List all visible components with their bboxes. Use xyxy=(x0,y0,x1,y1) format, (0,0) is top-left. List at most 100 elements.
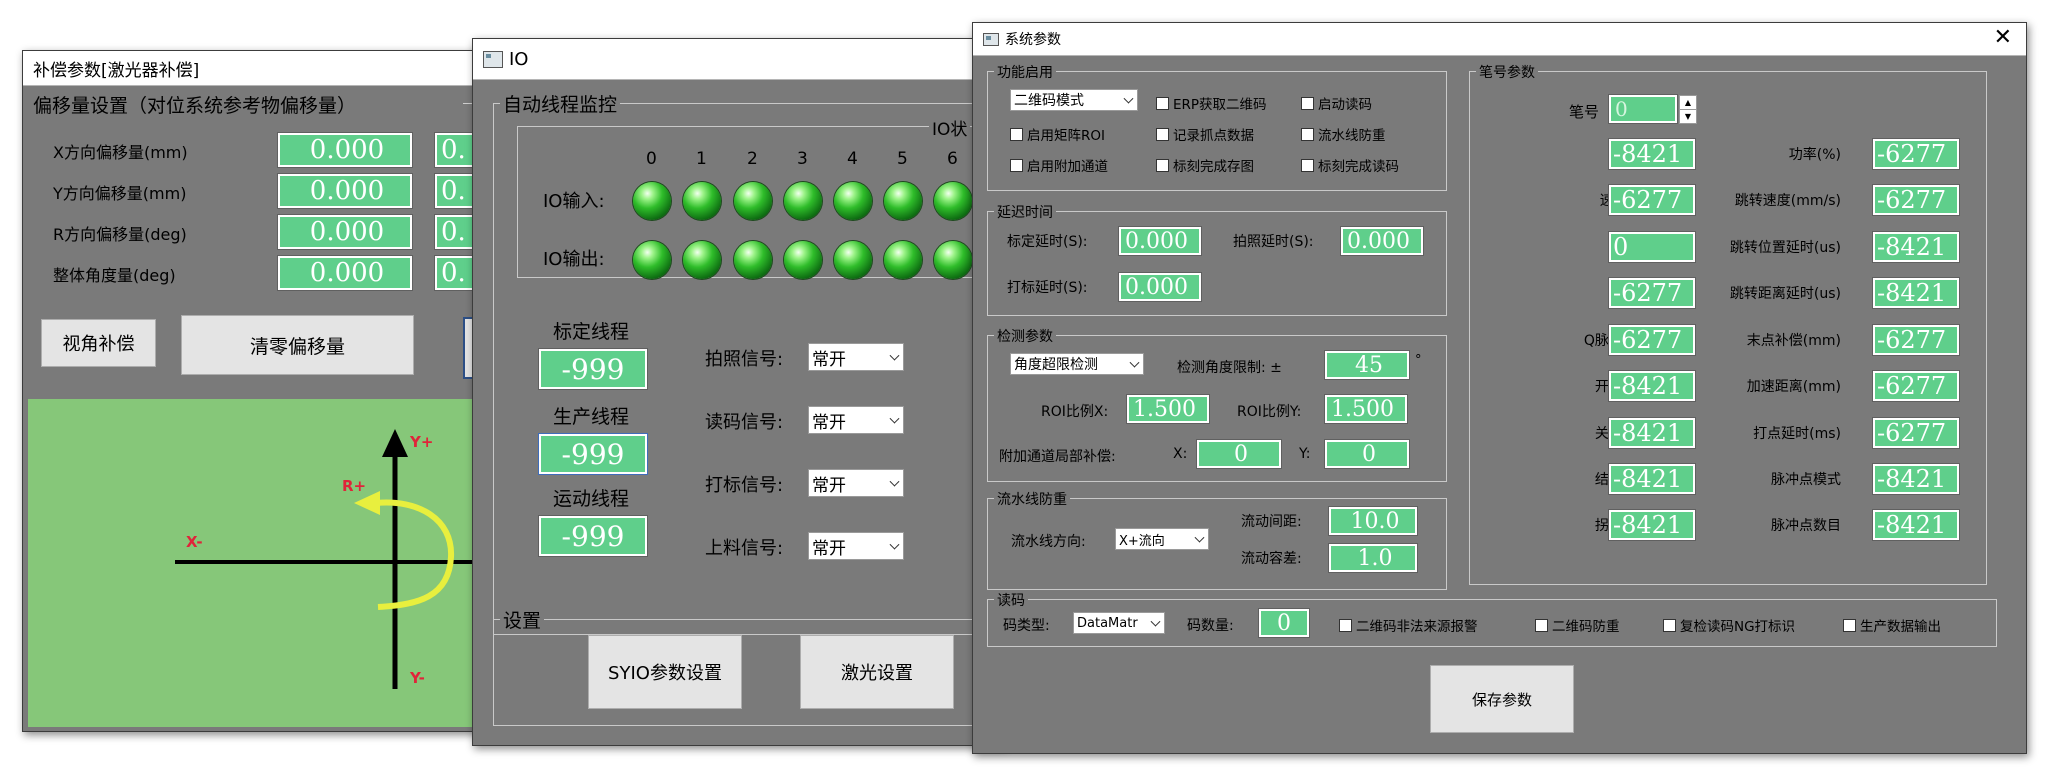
pen-row-field[interactable]: -6277 xyxy=(1608,324,1696,356)
code-type-value: DataMatr xyxy=(1077,615,1138,631)
pen-row-field[interactable]: -8421 xyxy=(1608,463,1696,495)
motion-thread-field: -999 xyxy=(538,515,648,557)
calib-delay-field[interactable]: 0.000 xyxy=(1118,226,1202,256)
pen-row-field-2[interactable]: -8421 xyxy=(1872,509,1960,541)
mark-signal-value: 常开 xyxy=(812,475,846,496)
flow-tol-label: 流动容差: xyxy=(1241,551,1302,567)
checkbox-box xyxy=(1301,96,1314,110)
y-offset-label: Y方向偏移量(mm) xyxy=(53,184,187,203)
pen-row-field-2[interactable]: -6277 xyxy=(1872,370,1960,402)
pen-row-field-2[interactable]: -8421 xyxy=(1872,463,1960,495)
mark-done-save-label: 标刻完成存图 xyxy=(1173,159,1254,175)
io-input-led-3 xyxy=(784,182,822,220)
close-icon[interactable]: ✕ xyxy=(1994,25,2012,50)
flow-gap-field[interactable]: 10.0 xyxy=(1328,506,1418,536)
pen-row-field[interactable]: -8421 xyxy=(1608,417,1696,449)
extra-channel-checkbox[interactable]: 启用附加通道 xyxy=(1010,155,1108,175)
code-count-field[interactable]: 0 xyxy=(1258,608,1310,638)
angle-offset-field[interactable]: 0.000 xyxy=(277,255,413,291)
compensation-title: 补偿参数[激光器补偿] xyxy=(33,60,200,81)
pen-row-label-2: 跳转速度(mm/s) xyxy=(1734,193,1841,209)
line-anti-dup-label: 流水线防重 xyxy=(1318,128,1386,144)
io-index-5: 5 xyxy=(897,149,908,169)
line-anti-dup-checkbox[interactable]: 流水线防重 xyxy=(1301,124,1386,144)
mark-signal-select[interactable]: 常开 xyxy=(808,469,904,497)
read-code-legend: 读码 xyxy=(994,590,1028,610)
pen-row-field[interactable]: -6277 xyxy=(1608,184,1696,216)
pen-row-field[interactable]: 0 xyxy=(1608,231,1696,263)
roi-x-field[interactable]: 1.500 xyxy=(1126,394,1210,424)
chevron-down-icon[interactable]: ▼ xyxy=(1679,109,1697,124)
pen-number-spinbox[interactable]: 0 ▲ ▼ xyxy=(1608,94,1697,124)
code-mode-select[interactable]: 二维码模式 xyxy=(1010,89,1138,111)
pen-row-field-2[interactable]: -6277 xyxy=(1872,417,1960,449)
laser-settings-button[interactable]: 激光设置 xyxy=(800,635,954,709)
io-index-6: 6 xyxy=(947,149,958,169)
pen-row-field-2[interactable]: -6277 xyxy=(1872,138,1960,170)
angle-limit-field[interactable]: 45 xyxy=(1324,350,1410,380)
roi-y-field[interactable]: 1.500 xyxy=(1324,394,1408,424)
code-anti-dup-checkbox[interactable]: 二维码防重 xyxy=(1535,615,1620,635)
calib-delay-label: 标定延时(S): xyxy=(1007,234,1088,250)
chevron-down-icon xyxy=(889,413,900,424)
prod-thread-field: -999 xyxy=(538,433,648,475)
checkbox-box xyxy=(1156,96,1169,110)
io-window: IO 自动线程监控 IO状 0 1 2 3 4 5 6 IO输入: IO输出: … xyxy=(472,38,1004,746)
matrix-roi-label: 启用矩阵ROI xyxy=(1027,128,1105,144)
line-direction-select[interactable]: X+流向 xyxy=(1115,528,1209,550)
pen-row-field[interactable]: -8421 xyxy=(1608,138,1696,170)
read-signal-select[interactable]: 常开 xyxy=(808,406,904,434)
checkbox-box xyxy=(1156,158,1169,172)
pen-row-field[interactable]: -8421 xyxy=(1608,370,1696,402)
pen-row-field-2[interactable]: -6277 xyxy=(1872,324,1960,356)
mark-done-save-checkbox[interactable]: 标刻完成存图 xyxy=(1156,155,1254,175)
production-output-checkbox[interactable]: 生产数据输出 xyxy=(1843,615,1941,635)
extra-comp-label: 附加通道局部补偿: xyxy=(999,449,1116,465)
extra-y-label: Y: xyxy=(1299,446,1311,462)
pen-row-field[interactable]: -6277 xyxy=(1608,277,1696,309)
mark-delay-field[interactable]: 0.000 xyxy=(1118,272,1202,302)
erp-get-code-checkbox[interactable]: ERP获取二维码 xyxy=(1156,93,1267,113)
pen-row-field-2[interactable]: -8421 xyxy=(1872,231,1960,263)
angle-limit-label: 检测角度限制: ± xyxy=(1177,360,1282,376)
illegal-source-alarm-checkbox[interactable]: 二维码非法来源报警 xyxy=(1339,615,1478,635)
r-offset-field[interactable]: 0.000 xyxy=(277,214,413,250)
photo-signal-select[interactable]: 常开 xyxy=(808,343,904,371)
roi-x-label: ROI比例X: xyxy=(1041,404,1109,420)
pen-row-field-2[interactable]: -6277 xyxy=(1872,184,1960,216)
syio-settings-button[interactable]: SYIO参数设置 xyxy=(588,635,742,709)
x-offset-field[interactable]: 0.000 xyxy=(277,132,413,168)
chevron-down-icon xyxy=(1194,532,1205,543)
pen-number-field[interactable]: 0 xyxy=(1608,94,1678,124)
extra-y-field[interactable]: 0 xyxy=(1324,439,1410,469)
y-offset-field[interactable]: 0.000 xyxy=(277,173,413,209)
record-grab-checkbox[interactable]: 记录抓点数据 xyxy=(1156,124,1254,144)
photo-delay-field[interactable]: 0.000 xyxy=(1340,226,1424,256)
offset-group-title: 偏移量设置（对位系统参考物偏移量） xyxy=(33,95,357,117)
save-params-button[interactable]: 保存参数 xyxy=(1430,665,1574,733)
extra-x-field[interactable]: 0 xyxy=(1196,439,1282,469)
flow-tol-field[interactable]: 1.0 xyxy=(1328,543,1418,573)
chevron-up-icon[interactable]: ▲ xyxy=(1679,95,1697,110)
mark-done-read-checkbox[interactable]: 标刻完成读码 xyxy=(1301,155,1399,175)
detect-mode-select[interactable]: 角度超限检测 xyxy=(1010,353,1144,375)
mark-delay-label: 打标延时(S): xyxy=(1007,280,1088,296)
matrix-roi-checkbox[interactable]: 启用矩阵ROI xyxy=(1010,124,1105,144)
r-offset-label: R方向偏移量(deg) xyxy=(53,225,187,244)
io-output-led-2 xyxy=(734,241,772,279)
feed-signal-select[interactable]: 常开 xyxy=(808,532,904,560)
extra-channel-label: 启用附加通道 xyxy=(1027,159,1108,175)
system-app-icon xyxy=(983,32,999,46)
io-input-led-4 xyxy=(834,182,872,220)
pen-row-label-2: 打点延时(ms) xyxy=(1753,426,1841,442)
calib-thread-label: 标定线程 xyxy=(553,321,630,343)
thread-monitor-legend: 自动线程监控 xyxy=(500,90,621,117)
view-compensation-button[interactable]: 视角补偿 xyxy=(41,319,156,367)
pen-row-field-2[interactable]: -8421 xyxy=(1872,277,1960,309)
recheck-ng-mark-checkbox[interactable]: 复检读码NG打标识 xyxy=(1663,615,1795,635)
feed-signal-label: 上料信号: xyxy=(705,538,784,559)
pen-row-field[interactable]: -8421 xyxy=(1608,509,1696,541)
start-read-checkbox[interactable]: 启动读码 xyxy=(1301,93,1372,113)
clear-offset-button[interactable]: 清零偏移量 xyxy=(181,315,414,375)
code-type-select[interactable]: DataMatr xyxy=(1073,612,1165,634)
